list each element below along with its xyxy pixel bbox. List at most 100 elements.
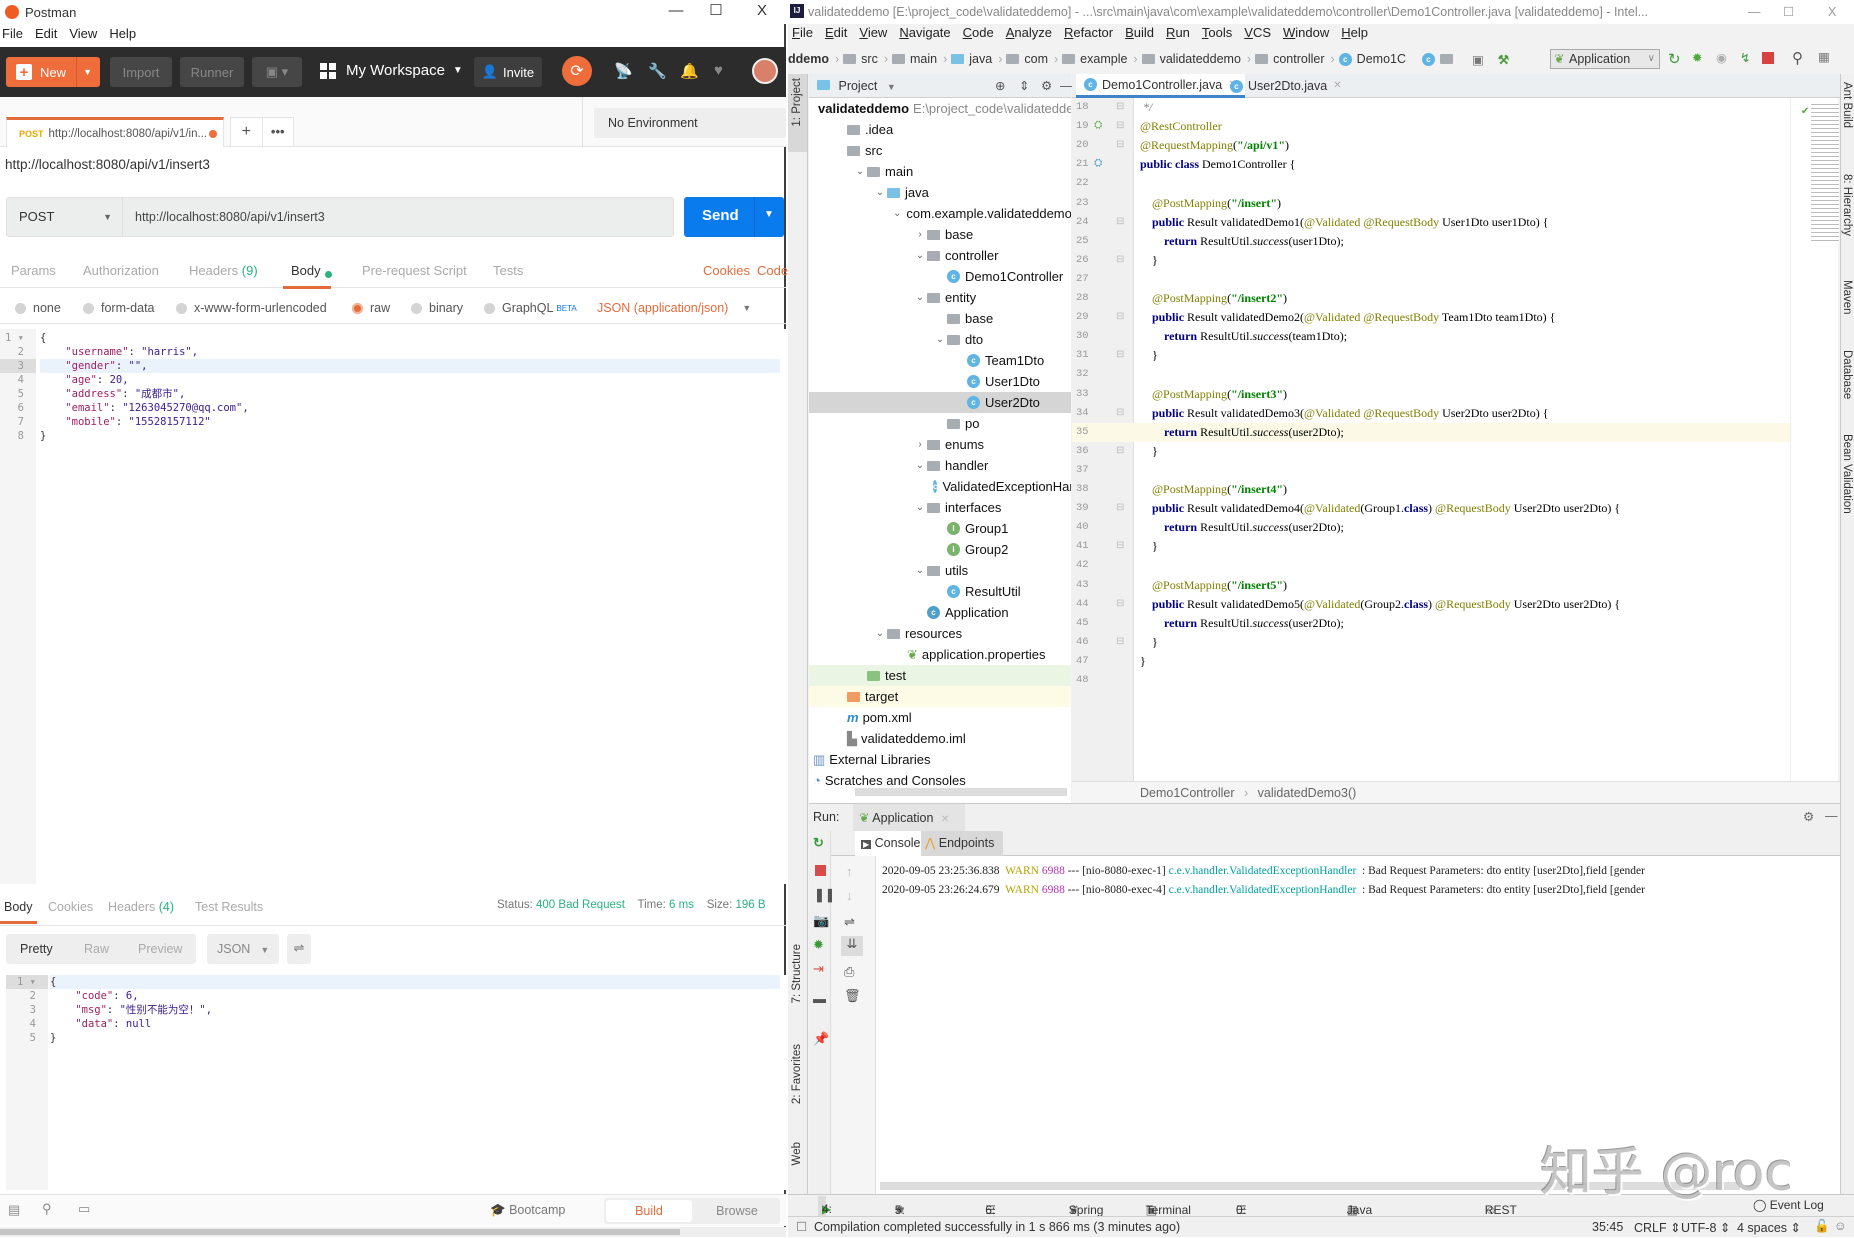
nav-crumb[interactable]: controller [1255, 52, 1335, 66]
folder-icon[interactable] [1440, 54, 1453, 64]
tab-body[interactable]: Body [283, 263, 332, 289]
ij-menu-tools[interactable]: Tools [1202, 25, 1232, 45]
nav-crumb[interactable]: c Demo1C [1338, 52, 1412, 66]
log-logger[interactable]: c.e.v.handler.ValidatedExceptionHandler [1169, 865, 1362, 877]
ij-menu-window[interactable]: Window [1283, 25, 1329, 45]
lock-icon[interactable]: 🔓 [1814, 1219, 1830, 1234]
close-button[interactable]: X [742, 0, 782, 24]
code-link[interactable]: Code [757, 263, 788, 278]
tree-item[interactable]: ⌄ resources [809, 623, 1071, 644]
tree-item[interactable]: ⌄ controller [809, 245, 1071, 266]
bootcamp-link[interactable]: 🎓 Bootcamp [490, 1203, 565, 1218]
inspection-ok-icon[interactable]: ✔ [1801, 106, 1809, 117]
tree-item[interactable]: ⌄ main [809, 161, 1071, 182]
caret-position[interactable]: 35:45 [1592, 1220, 1623, 1234]
console-tab[interactable]: ▶ Console [855, 831, 921, 856]
tree-item[interactable]: .idea [809, 119, 1071, 140]
tool-window-run[interactable]: ▶ 4: Run [818, 1196, 844, 1235]
bell-icon[interactable]: 🔔 [680, 62, 699, 80]
preview-button[interactable]: Preview [138, 942, 182, 956]
close-tab-icon[interactable]: ✕ [941, 814, 949, 825]
sidebar-toggle-icon[interactable]: ▤ [8, 1202, 20, 1218]
chevron-down-icon[interactable]: ⌄ [913, 560, 927, 581]
radio-raw[interactable]: raw [352, 301, 390, 315]
code-editor[interactable]: */ @RestController @RequestMapping("/api/v… [1134, 98, 1824, 781]
locate-icon[interactable]: ⊕ [995, 74, 1005, 98]
runner-button[interactable]: Runner [180, 57, 244, 87]
radio-none[interactable]: none [15, 301, 61, 315]
response-format-select[interactable]: JSON ▼ [207, 934, 279, 964]
project-view-select[interactable]: Project [838, 79, 877, 93]
tab-prerequest-script[interactable]: Pre-request Script [362, 263, 467, 278]
trash-icon[interactable]: 🗑 [844, 988, 861, 1004]
maven-tool-button[interactable]: Maven [1841, 280, 1853, 315]
tree-item[interactable]: c ValidatedExceptionHandler [809, 476, 1071, 497]
radio-graphql[interactable]: GraphQL BETA [484, 301, 577, 315]
structure-tool-button[interactable]: 7: Structure [791, 944, 803, 1003]
nav-crumb[interactable]: src [843, 52, 888, 66]
tree-item[interactable]: c Team1Dto [809, 350, 1071, 371]
tab-response-cookies[interactable]: Cookies [48, 900, 93, 914]
editor-tab-user2dto[interactable]: c User2Dto.java ✕ [1222, 74, 1350, 98]
tree-item[interactable]: ⌄ utils [809, 560, 1071, 581]
ij-menu-code[interactable]: Code [963, 25, 994, 45]
tree-item[interactable]: base [809, 308, 1071, 329]
tab-headers[interactable]: Headers (9) [189, 263, 258, 278]
tree-item[interactable]: ⌄ java [809, 182, 1071, 203]
minimize-button[interactable]: — [656, 0, 696, 24]
chevron-down-icon[interactable]: ⌄ [913, 455, 927, 476]
heart-icon[interactable]: ♥ [714, 62, 723, 79]
tab-response-headers[interactable]: Headers (4) [108, 900, 174, 914]
profile-icon[interactable]: ◉ [1716, 50, 1727, 65]
ij-maximize-button[interactable]: ☐ [1783, 0, 1794, 24]
hide-panel-icon[interactable]: — [1825, 809, 1838, 823]
menu-edit[interactable]: Edit [35, 26, 57, 46]
fold-marker-icon[interactable]: ⊟ [1116, 98, 1124, 117]
rerun-icon[interactable]: ↻ [1668, 50, 1681, 68]
soft-wrap-icon[interactable]: ⇌ [844, 914, 855, 930]
nav-crumb[interactable]: main [892, 52, 947, 66]
tree-item[interactable]: ⌄ dto [809, 329, 1071, 350]
stop-icon[interactable] [815, 865, 826, 876]
tree-item[interactable]: ⌄ com.example.validateddemo [809, 203, 1071, 224]
tab-response-body[interactable]: Body [0, 900, 36, 924]
chevron-down-icon[interactable]: ⌄ [913, 287, 927, 308]
wrench-icon[interactable]: 🔧 [648, 62, 667, 80]
tree-item[interactable]: ⌄ interfaces [809, 497, 1071, 518]
status-toggle-icon[interactable]: ☐ [796, 1219, 807, 1234]
chevron-right-icon[interactable]: › [913, 434, 927, 455]
stop-icon[interactable] [1762, 52, 1774, 64]
fold-marker-icon[interactable]: ⊟ [1116, 346, 1124, 365]
layout-icon[interactable]: ▬ [813, 991, 826, 1006]
ij-menu-refactor[interactable]: Refactor [1064, 25, 1113, 45]
tree-item[interactable]: validateddemo E:\project_code\validatedd… [809, 98, 1071, 119]
horizontal-scrollbar[interactable] [0, 1227, 786, 1237]
code-area[interactable]: { "username": "harris", "gender": "", "a… [40, 329, 780, 443]
close-tab-icon[interactable]: ✕ [1333, 74, 1341, 98]
collapse-all-icon[interactable]: ⇕ [1019, 74, 1029, 98]
favorites-tool-button[interactable]: 2: Favorites [791, 1044, 803, 1104]
fold-marker-icon[interactable]: ⊟ [1116, 404, 1124, 423]
fold-marker-icon[interactable]: ⊟ [1116, 595, 1124, 614]
browse-mode-button[interactable]: Browse [696, 1200, 778, 1222]
tree-item[interactable]: target [809, 686, 1071, 707]
project-tool-button[interactable]: 1: Project [788, 74, 807, 152]
chevron-down-icon[interactable]: ⌄ [913, 245, 927, 266]
crumb-class[interactable]: Demo1Controller [1140, 786, 1234, 800]
menu-help[interactable]: Help [109, 26, 136, 46]
tree-item[interactable]: ❦ application.properties [809, 644, 1071, 665]
chevron-down-icon[interactable]: ⌄ [873, 182, 887, 203]
tree-item[interactable]: c ResultUtil [809, 581, 1071, 602]
fold-marker-icon[interactable]: ⊟ [1116, 117, 1124, 136]
ij-menu-help[interactable]: Help [1341, 25, 1368, 45]
tab-test-results[interactable]: Test Results [195, 900, 263, 914]
ant-build-tool-button[interactable]: Ant Build [1841, 82, 1853, 128]
add-tab-button[interactable]: + [231, 118, 262, 146]
tab-params[interactable]: Params [11, 263, 56, 278]
spring-bean-icon[interactable]: ⛭ [1094, 117, 1102, 136]
web-tool-button[interactable]: Web [791, 1142, 803, 1165]
project-structure-icon[interactable]: ▦ [1818, 49, 1830, 64]
radio-binary[interactable]: binary [411, 301, 463, 315]
coverage-icon[interactable]: ↯ [1740, 50, 1750, 65]
tree-item[interactable]: I Group2 [809, 539, 1071, 560]
